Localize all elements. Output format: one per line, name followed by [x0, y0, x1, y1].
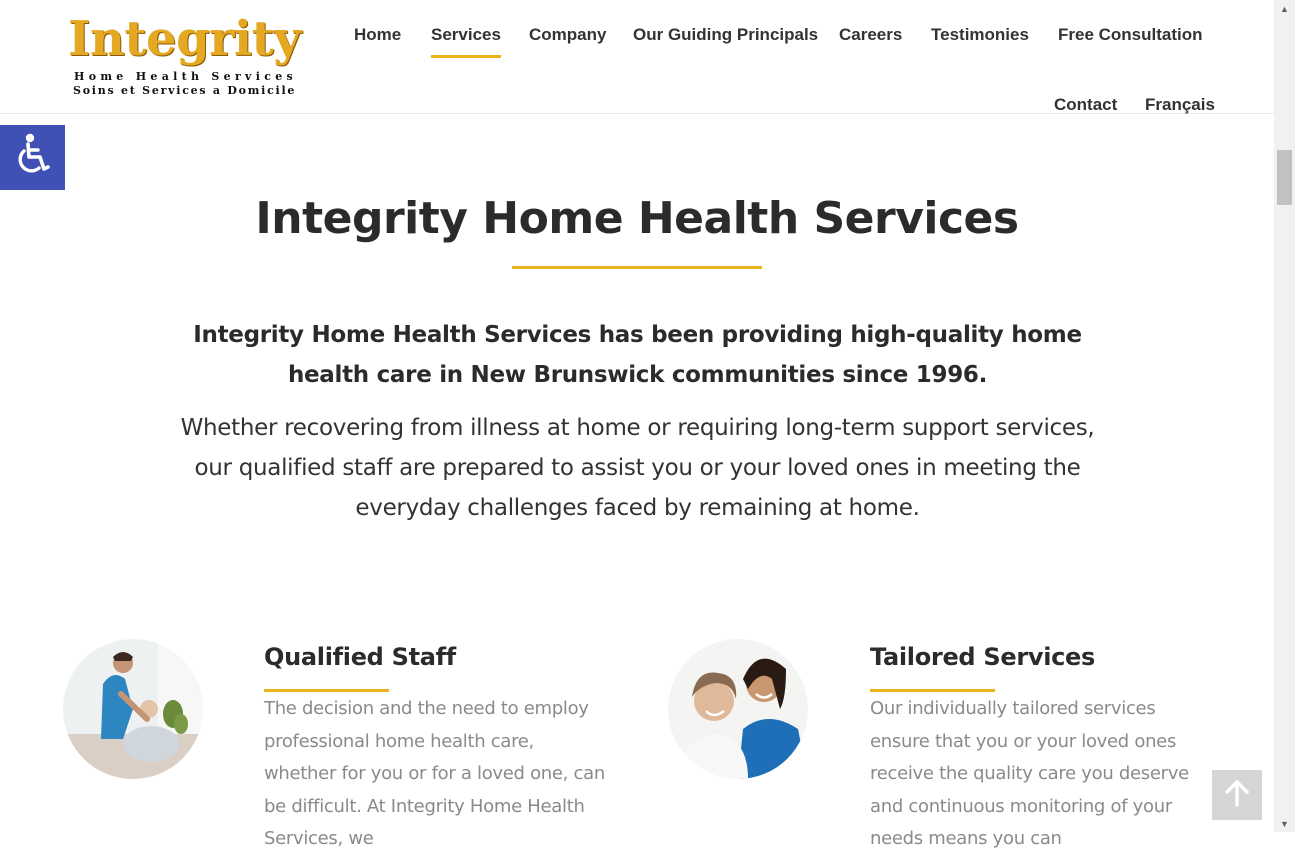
feature-divider — [870, 689, 995, 692]
nav-item-free-consultation[interactable]: Free Consultation — [1058, 25, 1203, 45]
site-logo[interactable]: Integrity Home Health Services Soins et … — [68, 12, 301, 102]
page-title: Integrity Home Health Services — [255, 193, 1019, 244]
accessibility-button[interactable] — [0, 125, 65, 190]
nav-item-guiding-principals[interactable]: Our Guiding Principals — [633, 25, 818, 45]
back-to-top-button[interactable] — [1212, 770, 1262, 820]
feature-divider — [264, 689, 389, 692]
intro-lead: Integrity Home Health Services has been … — [193, 322, 1082, 388]
nav-item-careers[interactable]: Careers — [839, 25, 902, 45]
accessibility-icon — [13, 133, 53, 182]
feature-text-qualified-staff: The decision and the need to employ prof… — [264, 698, 605, 849]
scroll-down-arrow-icon[interactable]: ▼ — [1274, 815, 1295, 832]
scrollbar-thumb[interactable] — [1277, 150, 1292, 205]
title-divider — [512, 266, 762, 269]
logo-wordmark: Integrity — [68, 11, 301, 67]
nav-item-francais[interactable]: Français — [1145, 95, 1215, 115]
arrow-up-icon — [1224, 779, 1250, 812]
feature-title-qualified-staff: Qualified Staff — [264, 643, 456, 671]
logo-tagline-english: Home Health Services — [74, 70, 298, 83]
tailored-services-image — [668, 639, 808, 779]
feature-title-tailored-services: Tailored Services — [870, 643, 1096, 671]
nav-item-testimonies[interactable]: Testimonies — [931, 25, 1029, 45]
page-scrollbar[interactable]: ▲ ▼ — [1274, 0, 1295, 832]
nav-item-company[interactable]: Company — [529, 25, 606, 45]
feature-text-tailored-services: Our individually tailored services ensur… — [870, 698, 1189, 849]
nav-item-home[interactable]: Home — [354, 25, 401, 45]
site-header: Integrity Home Health Services Soins et … — [0, 0, 1274, 114]
qualified-staff-image — [63, 639, 203, 779]
nav-item-services[interactable]: Services — [431, 25, 501, 58]
scroll-up-arrow-icon[interactable]: ▲ — [1274, 0, 1295, 17]
nav-item-contact[interactable]: Contact — [1054, 95, 1117, 115]
logo-tagline-french: Soins et Services a Domicile — [73, 84, 297, 97]
intro-body: Whether recovering from illness at home … — [180, 415, 1095, 521]
